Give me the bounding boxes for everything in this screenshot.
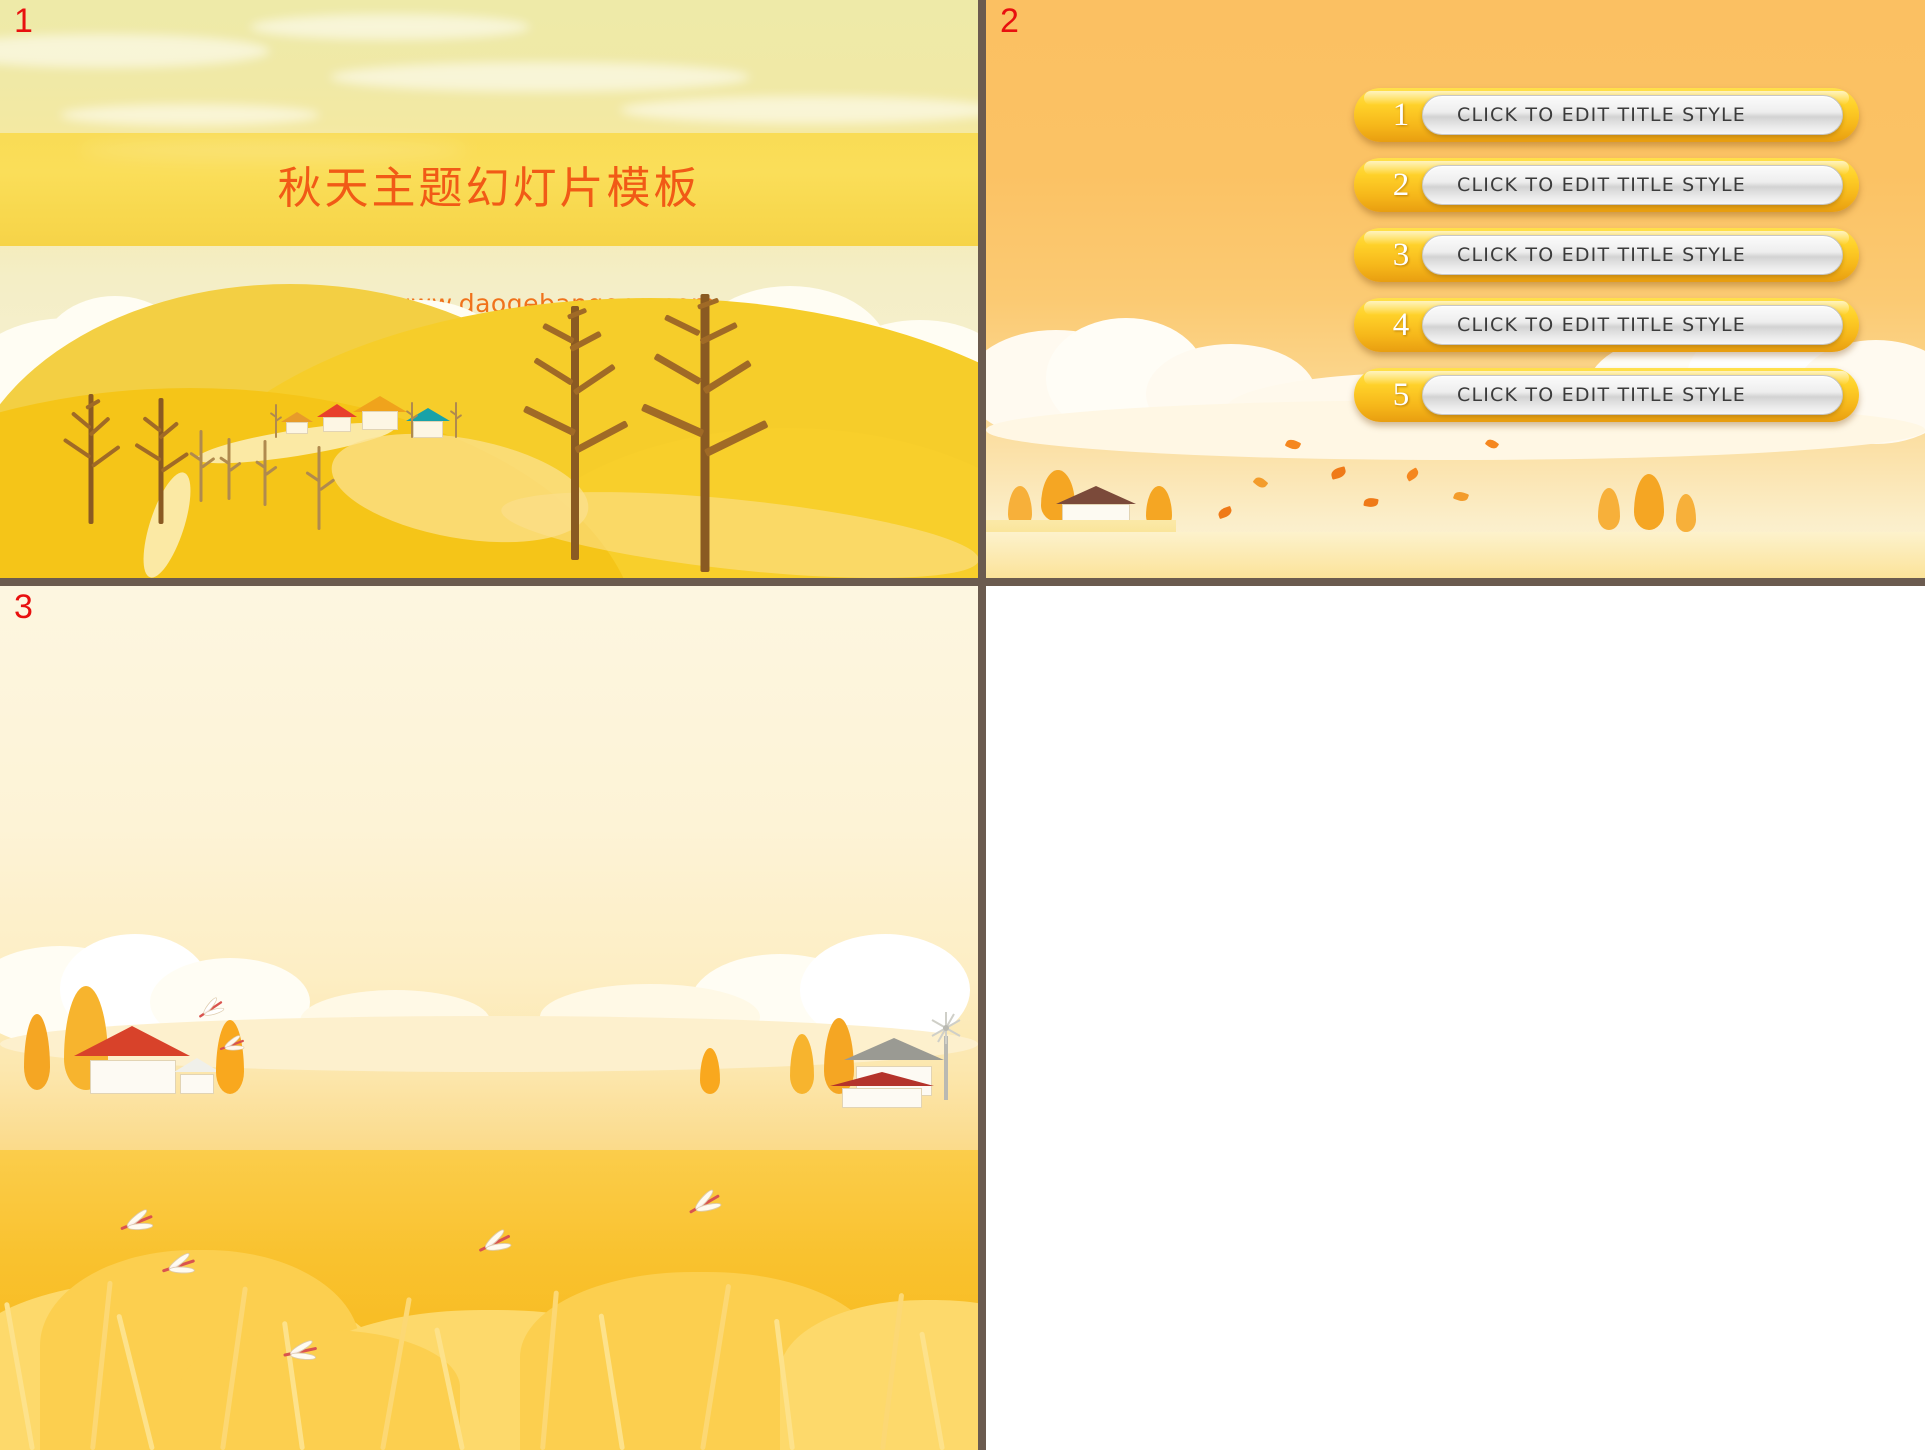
horizontal-divider-left bbox=[0, 578, 978, 586]
bare-tree bbox=[56, 394, 126, 524]
agenda-item-5-label[interactable]: CLICK TO EDIT TITLE STYLE bbox=[1422, 375, 1843, 415]
slide-2-number: 2 bbox=[1000, 2, 1019, 40]
slide-2[interactable]: 1 CLICK TO EDIT TITLE STYLE 2 CLICK TO E… bbox=[986, 0, 1925, 578]
agenda-item-3-number: 3 bbox=[1392, 237, 1410, 273]
roof bbox=[353, 396, 407, 412]
slide-1-number: 1 bbox=[14, 2, 33, 40]
agenda-item-4[interactable]: 4 CLICK TO EDIT TITLE STYLE bbox=[1354, 298, 1859, 352]
bare-tree-small bbox=[302, 446, 336, 530]
house-body bbox=[323, 417, 351, 432]
house-body bbox=[180, 1074, 214, 1094]
house-body bbox=[842, 1088, 922, 1108]
farmhouse-red-roof bbox=[74, 1026, 190, 1094]
windmill-blades-icon bbox=[931, 1012, 961, 1044]
agenda-item-4-number: 4 bbox=[1392, 307, 1410, 343]
sapling bbox=[404, 402, 420, 438]
agenda-item-3-label[interactable]: CLICK TO EDIT TITLE STYLE bbox=[1422, 235, 1843, 275]
bare-tree-large bbox=[630, 294, 780, 572]
roof bbox=[830, 1072, 934, 1086]
roof bbox=[1056, 486, 1136, 504]
bare-tree-small bbox=[216, 438, 242, 500]
shed bbox=[174, 1058, 220, 1094]
sapling bbox=[268, 404, 284, 438]
roof bbox=[74, 1026, 190, 1056]
bare-tree-small bbox=[186, 430, 216, 502]
bare-tree-large bbox=[510, 306, 640, 560]
slide-thumbnail-grid: 秋天主题幻灯片模板 道格办公，www.daogebangong.com 1 1 … bbox=[0, 0, 1925, 1450]
house-body bbox=[90, 1060, 176, 1094]
agenda-item-2-label[interactable]: CLICK TO EDIT TITLE STYLE bbox=[1422, 165, 1843, 205]
barn-red bbox=[830, 1072, 934, 1108]
wheat-stalks bbox=[0, 1250, 978, 1450]
slide-1[interactable]: 秋天主题幻灯片模板 道格办公，www.daogebangong.com 1 bbox=[0, 0, 978, 578]
slide-3[interactable]: 3 bbox=[0, 586, 978, 1450]
slide-3-number: 3 bbox=[14, 588, 33, 626]
agenda-item-5-number: 5 bbox=[1392, 377, 1410, 413]
agenda-item-3[interactable]: 3 CLICK TO EDIT TITLE STYLE bbox=[1354, 228, 1859, 282]
roof bbox=[317, 404, 357, 417]
agenda-item-5[interactable]: 5 CLICK TO EDIT TITLE STYLE bbox=[1354, 368, 1859, 422]
sapling bbox=[448, 402, 464, 438]
agenda-item-4-label[interactable]: CLICK TO EDIT TITLE STYLE bbox=[1422, 305, 1843, 345]
agenda-item-2[interactable]: 2 CLICK TO EDIT TITLE STYLE bbox=[1354, 158, 1859, 212]
house-body bbox=[362, 411, 398, 430]
bare-tree bbox=[128, 398, 194, 524]
agenda-item-2-number: 2 bbox=[1392, 167, 1410, 203]
vertical-divider bbox=[978, 0, 986, 1450]
cloud-band bbox=[330, 62, 750, 92]
horizontal-divider-right bbox=[986, 578, 1925, 586]
cloud-band bbox=[620, 96, 978, 124]
agenda-item-1[interactable]: 1 CLICK TO EDIT TITLE STYLE bbox=[1354, 88, 1859, 142]
bare-tree-small bbox=[252, 440, 278, 506]
agenda-item-1-label[interactable]: CLICK TO EDIT TITLE STYLE bbox=[1422, 95, 1843, 135]
house-body bbox=[286, 422, 308, 434]
slide-1-title: 秋天主题幻灯片模板 bbox=[277, 163, 701, 214]
roof bbox=[174, 1058, 220, 1072]
agenda-item-1-number: 1 bbox=[1392, 97, 1410, 133]
cloud-band bbox=[60, 104, 320, 126]
slide-4-blank[interactable] bbox=[986, 586, 1925, 1450]
house-orange bbox=[353, 396, 407, 430]
ground-strip bbox=[986, 532, 1925, 578]
windmill-icon bbox=[926, 1010, 966, 1100]
roof bbox=[281, 412, 313, 422]
cloud-band bbox=[250, 14, 530, 40]
house-small-orange bbox=[281, 412, 313, 434]
house-red bbox=[317, 404, 357, 432]
